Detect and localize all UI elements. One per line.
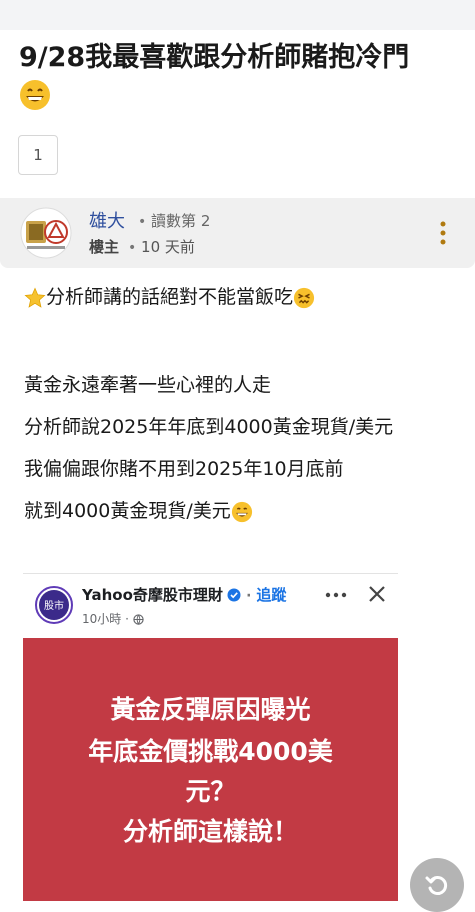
refresh-button[interactable] <box>410 858 464 912</box>
globe-icon <box>133 614 144 625</box>
grinning-face-emoji <box>231 501 252 522</box>
page-name-text[interactable]: Yahoo奇摩股市理財 <box>82 586 223 604</box>
grinning-face-emoji <box>20 79 50 110</box>
more-vertical-icon[interactable] <box>437 218 449 248</box>
promo-headline-4: 分析師這樣說！ <box>122 817 298 846</box>
close-icon[interactable] <box>367 584 387 604</box>
embedded-post-card[interactable]: 股市 Yahoo奇摩股市理財 · 追蹤 10小時 · 黃金反彈原因曝光 年底金價… <box>23 573 398 901</box>
refresh-icon <box>425 876 448 895</box>
promo-headline-2: 年底金價挑戰4000美 <box>88 737 333 766</box>
post-title: 9/28我最喜歡跟分析師賭抱冷門 <box>19 40 459 112</box>
promo-headline-3: 元？ <box>185 777 236 806</box>
post-time-text: 10 天前 <box>141 238 195 256</box>
logo-text: 股市 <box>44 599 64 612</box>
post-title-text: 9/28我最喜歡跟分析師賭抱冷門 <box>19 42 410 73</box>
body-text-3: 分析師說2025年年底到4000黃金現貨/美元 <box>24 416 394 438</box>
follow-button[interactable]: 追蹤 <box>256 586 286 604</box>
more-horizontal-icon[interactable] <box>325 591 347 599</box>
read-count-text: 讀數第 2 <box>151 212 211 230</box>
floor-label: 樓主 <box>89 238 120 256</box>
yahoo-stock-logo-icon[interactable]: 股市 <box>35 586 73 624</box>
top-strip <box>0 0 475 30</box>
body-line-1: 分析師講的話絕對不能當飯吃 <box>24 282 315 309</box>
star-emoji <box>24 286 46 308</box>
body-text-4: 我偏偏跟你賭不用到2025年10月底前 <box>24 458 344 480</box>
promo-headline-1: 黃金反彈原因曝光 <box>110 695 311 724</box>
page-number-button[interactable]: 1 <box>18 135 58 175</box>
verified-badge-icon <box>227 588 241 602</box>
body-text-1: 分析師講的話絕對不能當飯吃 <box>46 286 294 308</box>
confounded-face-emoji <box>293 287 315 308</box>
read-count: • 讀數第 2 <box>138 212 211 230</box>
author-name[interactable]: 雄大 <box>89 207 125 233</box>
embedded-post-time-text: 10小時 <box>82 612 122 626</box>
body-line-5: 就到4000黃金現貨/美元 <box>24 496 253 523</box>
promo-banner[interactable]: 黃金反彈原因曝光 年底金價挑戰4000美 元？ 分析師這樣說！ <box>23 638 398 901</box>
body-text-2: 黃金永遠牽著一些心裡的人走 <box>24 374 272 396</box>
body-text-5: 就到4000黃金現貨/美元 <box>24 500 231 522</box>
avatar[interactable] <box>20 207 72 259</box>
embedded-post-time: 10小時 · <box>82 610 144 627</box>
post-time: • 10 天前 <box>128 238 195 256</box>
page-name: Yahoo奇摩股市理財 · 追蹤 <box>82 586 287 604</box>
author-bar: 雄大 • 讀數第 2 樓主 • 10 天前 <box>0 198 475 268</box>
